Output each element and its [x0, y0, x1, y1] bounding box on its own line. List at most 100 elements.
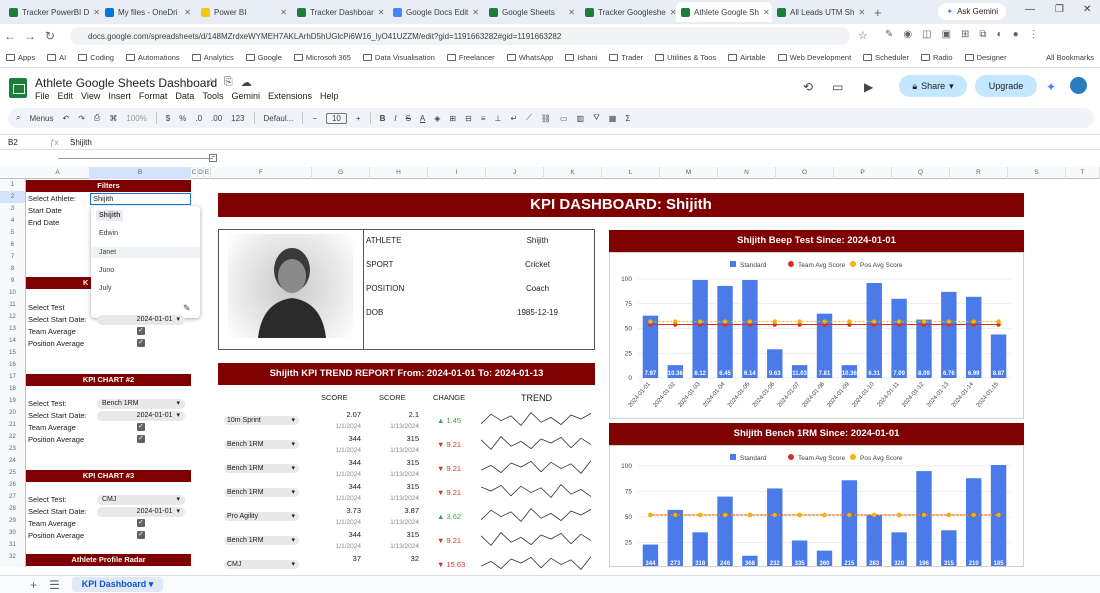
test-dropdown[interactable]: Bench 1RM ▾	[224, 464, 299, 473]
row-header[interactable]: 10	[0, 287, 25, 299]
wrap-icon[interactable]: ↵	[510, 114, 517, 123]
redo-icon[interactable]: ↷	[78, 114, 85, 123]
sheets-logo-icon[interactable]	[9, 78, 27, 98]
close-tab-icon[interactable]: ✕	[858, 8, 865, 17]
column-header[interactable]: G	[312, 167, 370, 179]
position-average-checkbox[interactable]: ✓	[137, 435, 145, 443]
bookmark-item[interactable]: Radio	[920, 53, 953, 62]
increase-decimal-button[interactable]: .00	[211, 114, 222, 123]
sheet-tab-kpi-dashboard[interactable]: KPI Dashboard ▾	[71, 577, 164, 592]
column-header[interactable]: T	[1066, 167, 1100, 179]
column-header[interactable]: F	[211, 167, 312, 179]
row-header[interactable]: 22	[0, 431, 25, 443]
bookmark-item[interactable]: AI	[47, 53, 66, 62]
bookmark-item[interactable]: Microsoft 365	[293, 53, 351, 62]
add-sheet-icon[interactable]: +	[30, 578, 37, 592]
font-size-minus[interactable]: −	[312, 114, 317, 123]
row-header[interactable]: 32	[0, 551, 25, 563]
menu-item-view[interactable]: View	[81, 91, 100, 101]
column-header[interactable]: L	[602, 167, 660, 179]
gemini-icon[interactable]: ✦	[1046, 80, 1056, 94]
row-header[interactable]: 16	[0, 359, 25, 371]
row-header[interactable]: 4	[0, 215, 25, 227]
column-header[interactable]: O	[776, 167, 834, 179]
url-input[interactable]: docs.google.com/spreadsheets/d/148MZrdxe…	[70, 27, 850, 45]
suggestion-item[interactable]: Edwin	[96, 228, 121, 239]
test-dropdown[interactable]: Pro Agility ▾	[224, 512, 299, 521]
suggestion-item[interactable]: Juno	[96, 265, 117, 276]
document-title[interactable]: Athlete Google Sheets Dashboard	[35, 76, 217, 90]
test-dropdown[interactable]: 10m Sprint ▾	[224, 416, 299, 425]
bold-icon[interactable]: B	[380, 114, 386, 123]
team-average-checkbox[interactable]: ✓	[137, 519, 145, 527]
bookmark-item[interactable]: Designer	[964, 53, 1007, 62]
merge-icon[interactable]: ⊟	[465, 114, 472, 123]
browser-tab[interactable]: Google Sheets ✕	[484, 2, 580, 22]
row-header[interactable]: 15	[0, 347, 25, 359]
avatar[interactable]	[1070, 77, 1087, 94]
chart-icon[interactable]: ▥	[577, 114, 585, 123]
row-header[interactable]: 26	[0, 479, 25, 491]
extension-icon[interactable]: ◐	[997, 29, 1003, 40]
row-header[interactable]: 25	[0, 467, 25, 479]
bookmark-item[interactable]: Trader	[609, 53, 643, 62]
menu-item-help[interactable]: Help	[320, 91, 339, 101]
close-window-icon[interactable]: ✕	[1083, 4, 1091, 15]
avatar[interactable]: ●	[1013, 29, 1019, 40]
row-header[interactable]: 28	[0, 503, 25, 515]
row-header[interactable]: 14	[0, 335, 25, 347]
row-header[interactable]: 19	[0, 395, 25, 407]
row-header[interactable]: 11	[0, 299, 25, 311]
menu-item-format[interactable]: Format	[139, 91, 168, 101]
close-tab-icon[interactable]: ✕	[568, 8, 575, 17]
row-header[interactable]: 21	[0, 419, 25, 431]
comment-icon[interactable]: ▭	[560, 114, 568, 123]
search-menus-icon[interactable]: ⌕	[16, 113, 20, 123]
close-tab-icon[interactable]: ✕	[763, 8, 770, 17]
functions-icon[interactable]: Σ	[625, 114, 630, 123]
column-header[interactable]: E	[204, 167, 211, 179]
restore-icon[interactable]: ❐	[1055, 4, 1064, 15]
suggestion-item[interactable]: Janet	[91, 247, 200, 258]
valign-icon[interactable]: ⊥	[495, 114, 502, 123]
column-header[interactable]: H	[370, 167, 428, 179]
history-icon[interactable]: ⟲	[803, 80, 813, 94]
font-size-plus[interactable]: +	[356, 114, 361, 123]
test-dropdown[interactable]: Bench 1RM ▾	[224, 536, 299, 545]
browser-tab[interactable]: All Leads UTM Sh ✕	[772, 2, 868, 22]
row-header[interactable]: 13	[0, 323, 25, 335]
minimize-icon[interactable]: —	[1025, 4, 1035, 15]
bookmark-item[interactable]: Google	[245, 53, 282, 62]
row-header[interactable]: 23	[0, 443, 25, 455]
upgrade-button[interactable]: Upgrade	[975, 75, 1037, 97]
collapse-group-icon[interactable]: −	[209, 154, 217, 162]
bookmark-item[interactable]: Utilities & Toos	[655, 53, 716, 62]
row-header[interactable]: 5	[0, 227, 25, 239]
menu-item-tools[interactable]: Tools	[202, 91, 223, 101]
extension-icon[interactable]: ◫	[922, 29, 931, 40]
extension-icon[interactable]: ◉	[903, 29, 912, 40]
back-icon[interactable]: ←	[0, 29, 20, 43]
menu-item-extensions[interactable]: Extensions	[268, 91, 312, 101]
test-dropdown[interactable]: CMJ ▾	[97, 495, 185, 505]
row-header[interactable]: 3	[0, 203, 25, 215]
close-tab-icon[interactable]: ✕	[184, 8, 191, 17]
row-header[interactable]: 27	[0, 491, 25, 503]
browser-tab[interactable]: Tracker Googleshe ✕	[580, 2, 676, 22]
print-icon[interactable]: ⎙	[94, 113, 100, 123]
filter-icon[interactable]: ⛛	[593, 113, 600, 123]
close-tab-icon[interactable]: ✕	[93, 8, 100, 17]
column-header[interactable]: S	[1008, 167, 1066, 179]
strikethrough-icon[interactable]: S	[406, 114, 411, 123]
browser-tab[interactable]: Google Docs Edit ✕	[388, 2, 484, 22]
paint-format-icon[interactable]: ⌘	[109, 114, 117, 123]
undo-icon[interactable]: ↶	[63, 114, 70, 123]
link-icon[interactable]: ⛓	[541, 114, 551, 123]
font-size-input[interactable]: 10	[325, 112, 347, 124]
bookmark-item[interactable]: Ishani	[565, 53, 597, 62]
column-header[interactable]: R	[950, 167, 1008, 179]
bookmark-item[interactable]: Coding	[78, 53, 114, 62]
column-header[interactable]: P	[834, 167, 892, 179]
name-box[interactable]: B2	[0, 138, 50, 147]
menu-item-gemini[interactable]: Gemini	[231, 91, 260, 101]
